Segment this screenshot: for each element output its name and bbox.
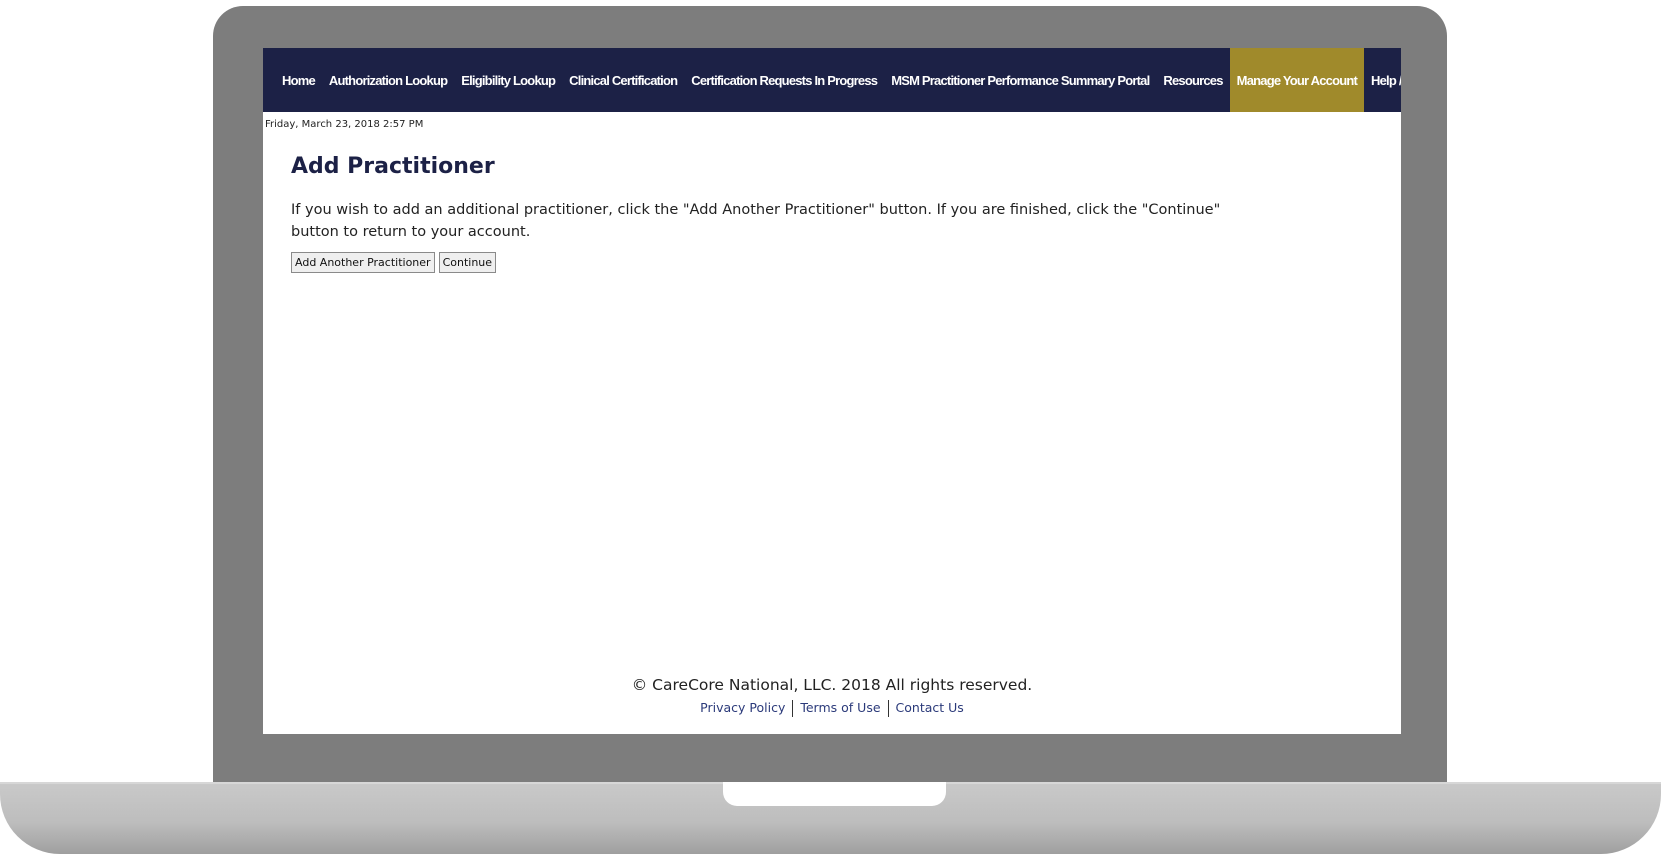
nav-item-home[interactable]: Home — [275, 48, 322, 112]
current-datetime: Friday, March 23, 2018 2:57 PM — [265, 119, 424, 130]
copyright-text: © CareCore National, LLC. 2018 All right… — [631, 676, 1033, 694]
terms-of-use-link[interactable]: Terms of Use — [800, 700, 880, 715]
instructions-text: If you wish to add an additional practit… — [291, 202, 1221, 240]
link-separator — [887, 700, 889, 717]
nav-item-msm-portal[interactable]: MSM Practitioner Performance Summary Por… — [884, 48, 1156, 112]
continue-button[interactable]: Continue — [438, 252, 497, 273]
page-footer: © CareCore National, LLC. 2018 All right… — [263, 676, 1401, 717]
contact-us-link[interactable]: Contact Us — [896, 700, 964, 715]
nav-item-eligibility-lookup[interactable]: Eligibility Lookup — [454, 48, 562, 112]
footer-links: Privacy Policy Terms of Use Contact Us — [263, 700, 1401, 717]
laptop-notch — [723, 782, 946, 806]
nav-item-clinical-certification[interactable]: Clinical Certification — [562, 48, 684, 112]
main-content: Add Practitioner If you wish to add an a… — [263, 154, 1401, 273]
nav-item-certification-requests[interactable]: Certification Requests In Progress — [684, 48, 884, 112]
nav-item-resources[interactable]: Resources — [1156, 48, 1229, 112]
nav-item-help-contact[interactable]: Help / Contact Us — [1364, 48, 1401, 112]
link-separator — [792, 700, 794, 717]
nav-item-manage-account[interactable]: Manage Your Account — [1229, 48, 1365, 112]
privacy-policy-link[interactable]: Privacy Policy — [700, 700, 785, 715]
add-another-practitioner-button[interactable]: Add Another Practitioner — [291, 252, 435, 273]
action-buttons: Add Another Practitioner Continue — [291, 252, 1401, 273]
page-title: Add Practitioner — [291, 154, 495, 179]
nav-item-authorization-lookup[interactable]: Authorization Lookup — [322, 48, 454, 112]
main-navbar: Home Authorization Lookup Eligibility Lo… — [263, 48, 1401, 112]
browser-screen: Home Authorization Lookup Eligibility Lo… — [263, 48, 1401, 734]
